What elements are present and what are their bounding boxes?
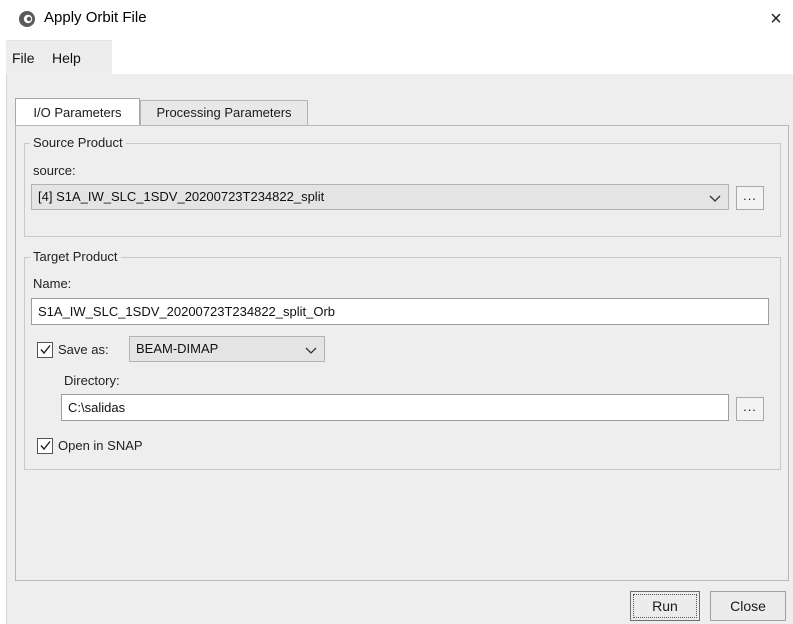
target-name-input[interactable]: S1A_IW_SLC_1SDV_20200723T234822_split_Or… bbox=[31, 298, 769, 325]
close-window-icon[interactable]: × bbox=[762, 4, 790, 34]
close-button[interactable]: Close bbox=[710, 591, 786, 621]
directory-browse-button[interactable]: ... bbox=[736, 397, 764, 421]
tab-processing-parameters[interactable]: Processing Parameters bbox=[140, 100, 308, 125]
open-in-snap-checkbox[interactable] bbox=[37, 438, 53, 454]
source-label: source: bbox=[33, 163, 76, 178]
snap-app-icon bbox=[19, 11, 35, 27]
source-product-dropdown[interactable]: [4] S1A_IW_SLC_1SDV_20200723T234822_spli… bbox=[31, 184, 729, 210]
source-product-value: [4] S1A_IW_SLC_1SDV_20200723T234822_spli… bbox=[38, 189, 325, 204]
chevron-down-icon bbox=[709, 195, 721, 202]
chevron-down-icon bbox=[305, 347, 317, 354]
open-in-snap-label: Open in SNAP bbox=[58, 438, 143, 453]
save-format-value: BEAM-DIMAP bbox=[136, 341, 219, 356]
directory-input[interactable]: C:\salidas bbox=[61, 394, 729, 421]
save-format-dropdown[interactable]: BEAM-DIMAP bbox=[129, 336, 325, 362]
source-browse-button[interactable]: ... bbox=[736, 186, 764, 210]
directory-label: Directory: bbox=[64, 373, 120, 388]
save-as-checkbox[interactable] bbox=[37, 342, 53, 358]
tab-io-parameters[interactable]: I/O Parameters bbox=[15, 98, 140, 125]
menu-file[interactable]: File bbox=[12, 50, 35, 66]
menu-bar bbox=[0, 40, 793, 72]
checkmark-icon bbox=[40, 441, 51, 451]
source-product-title: Source Product bbox=[30, 135, 126, 150]
menu-help[interactable]: Help bbox=[52, 50, 81, 66]
window-title: Apply Orbit File bbox=[44, 9, 147, 26]
save-as-label: Save as: bbox=[58, 342, 109, 357]
checkmark-icon bbox=[40, 345, 51, 355]
target-product-title: Target Product bbox=[30, 249, 121, 264]
run-button[interactable]: Run bbox=[630, 591, 700, 621]
name-label: Name: bbox=[33, 276, 72, 291]
